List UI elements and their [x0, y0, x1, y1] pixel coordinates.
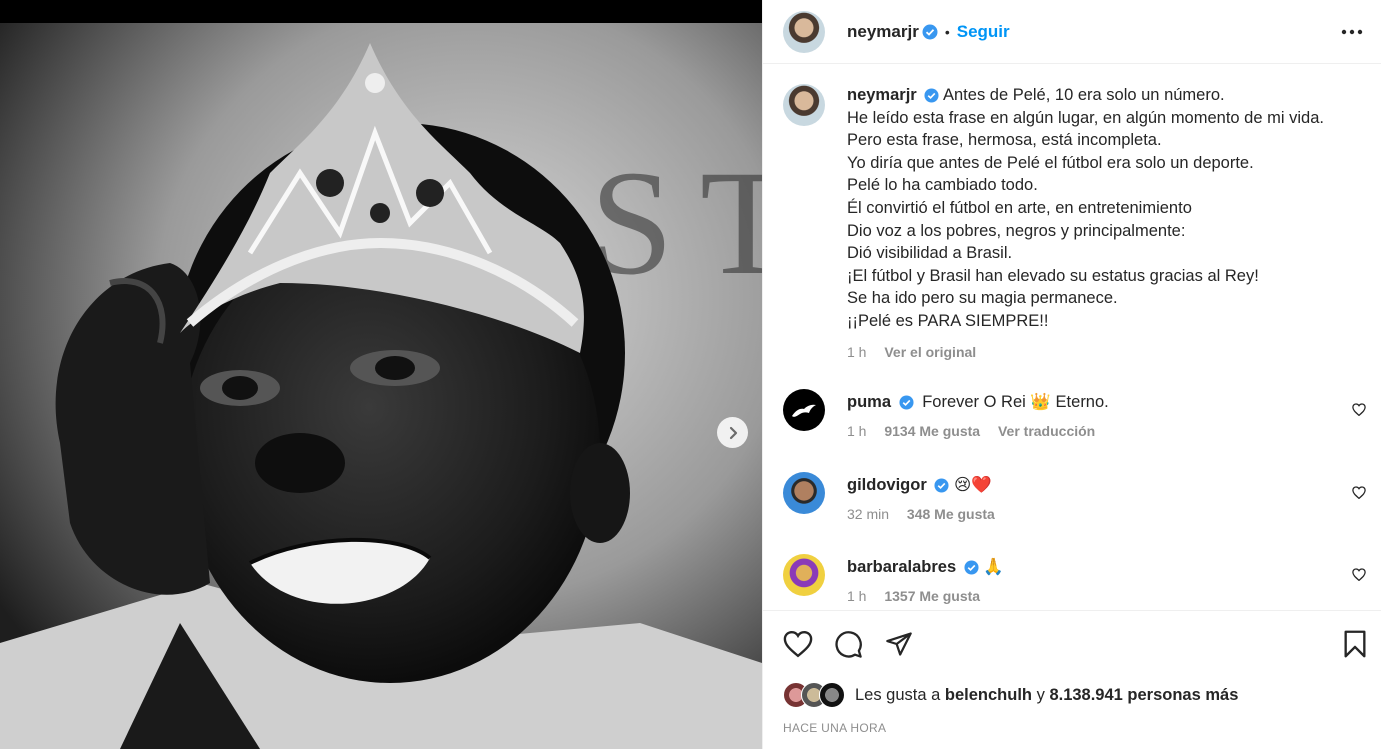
sad-heart-emoji: 😢❤️ — [953, 475, 992, 494]
liker-avatar — [819, 682, 845, 708]
save-button[interactable] — [1342, 630, 1368, 663]
translate-link[interactable]: Ver traducción — [998, 423, 1095, 439]
comment-likes[interactable]: 9134 Me gusta — [884, 423, 980, 439]
caption-time: 1 h — [847, 343, 867, 360]
verified-icon — [924, 88, 939, 103]
comment-time: 1 h — [847, 423, 867, 439]
author-avatar[interactable] — [783, 10, 825, 53]
praying-hands-emoji: 🙏 — [983, 557, 1004, 576]
comments-section[interactable]: neymarjr Antes de Pelé, 10 era solo un n… — [763, 64, 1381, 611]
svg-text:T: T — [700, 140, 762, 306]
liker-avatars[interactable] — [783, 682, 847, 708]
heart-icon — [783, 630, 813, 658]
heart-icon — [1352, 568, 1366, 582]
author-username[interactable]: neymarjr — [847, 22, 919, 42]
commenter-username[interactable]: gildovigor — [847, 476, 927, 494]
liker-username[interactable]: belenchulh — [945, 686, 1032, 705]
caption-line: ¡El fútbol y Brasil han elevado su estat… — [847, 266, 1259, 285]
send-icon — [886, 632, 912, 656]
chevron-right-icon — [729, 426, 737, 439]
comment-time: 32 min — [847, 506, 890, 522]
commenter-username[interactable]: barbaralabres — [847, 558, 956, 576]
likes-summary: Les gusta a belenchulh y 8.138.941 perso… — [783, 682, 1238, 708]
comment-meta: 1 h 1357 Me gusta — [847, 588, 1366, 604]
caption-meta: 1 h Ver el original — [847, 341, 1324, 364]
comment-icon — [835, 631, 862, 658]
comment-likes[interactable]: 348 Me gusta — [907, 506, 995, 522]
crown-emoji: 👑 — [1030, 392, 1051, 411]
comment-item: gildovigor 😢❤️ 32 min 348 Me gusta — [783, 472, 1366, 522]
follow-button[interactable]: Seguir — [957, 22, 1010, 42]
commenter-avatar[interactable] — [783, 389, 825, 431]
like-button[interactable] — [783, 630, 813, 663]
puma-logo-icon — [792, 404, 816, 417]
see-original-link[interactable]: Ver el original — [884, 344, 976, 360]
like-comment-button[interactable] — [1352, 486, 1366, 504]
post-timestamp[interactable]: HACE UNA HORA — [783, 721, 886, 735]
caption-line: He leído esta frase en algún lugar, en a… — [847, 108, 1324, 127]
post-photo[interactable]: S T — [0, 23, 762, 749]
caption-line: Dió visibilidad a Brasil. — [847, 244, 1013, 263]
bookmark-icon — [1344, 630, 1366, 658]
comment-item: barbaralabres 🙏 1 h 1357 Me gusta — [783, 554, 1366, 604]
caption-line: Se ha ido pero su magia permanece. — [847, 289, 1118, 308]
comment-time: 1 h — [847, 588, 867, 604]
caption-line: Antes de Pelé, 10 era solo un número. — [943, 86, 1225, 104]
photo-illustration: S T — [0, 23, 762, 749]
commenter-avatar[interactable] — [783, 472, 825, 514]
action-bar — [763, 612, 1381, 672]
comment-likes[interactable]: 1357 Me gusta — [884, 588, 980, 604]
likes-prefix: Les gusta a — [855, 685, 941, 704]
comment-text: Forever O Rei — [922, 393, 1026, 411]
caption-line: Yo diría que antes de Pelé el fútbol era… — [847, 153, 1254, 172]
caption-username[interactable]: neymarjr — [847, 86, 917, 104]
caption-line: Dio voz a los pobres, negros y principal… — [847, 221, 1186, 240]
post-panel: neymarjr • Seguir neymarjr Antes de Pelé… — [762, 0, 1381, 749]
verified-icon — [922, 24, 938, 39]
post-media[interactable]: S T — [0, 0, 762, 749]
like-comment-button[interactable] — [1352, 568, 1366, 586]
caption-line: ¡¡Pelé es PARA SIEMPRE!! — [847, 311, 1049, 330]
comment-item: puma Forever O Rei 👑 Eterno. 1 h 9134 Me… — [783, 389, 1366, 439]
commenter-avatar[interactable] — [783, 554, 825, 596]
comment-meta: 32 min 348 Me gusta — [847, 506, 1366, 522]
likes-count[interactable]: 8.138.941 personas más — [1049, 686, 1238, 705]
next-image-button[interactable] — [717, 417, 748, 448]
separator-dot: • — [944, 23, 950, 40]
more-options-button[interactable] — [1341, 22, 1363, 40]
comment-meta: 1 h 9134 Me gusta Ver traducción — [847, 423, 1366, 439]
post-header: neymarjr • Seguir — [763, 0, 1381, 64]
verified-icon — [899, 395, 914, 410]
caption-line: Pero esta frase, hermosa, está incomplet… — [847, 131, 1162, 150]
caption-line: Pelé lo ha cambiado todo. — [847, 176, 1038, 195]
post-caption: neymarjr Antes de Pelé, 10 era solo un n… — [783, 84, 1366, 363]
share-button[interactable] — [885, 630, 913, 663]
heart-icon — [1352, 403, 1366, 417]
commenter-username[interactable]: puma — [847, 393, 891, 411]
like-comment-button[interactable] — [1352, 403, 1366, 421]
more-icon — [1341, 29, 1363, 35]
verified-icon — [964, 560, 979, 575]
comment-button[interactable] — [834, 630, 863, 664]
comment-text-after: Eterno. — [1055, 393, 1109, 411]
caption-avatar[interactable] — [783, 84, 825, 126]
likes-connector: y — [1036, 685, 1045, 704]
caption-line: Él convirtió el fútbol en arte, en entre… — [847, 198, 1192, 217]
heart-icon — [1352, 486, 1366, 500]
verified-icon — [934, 478, 949, 493]
